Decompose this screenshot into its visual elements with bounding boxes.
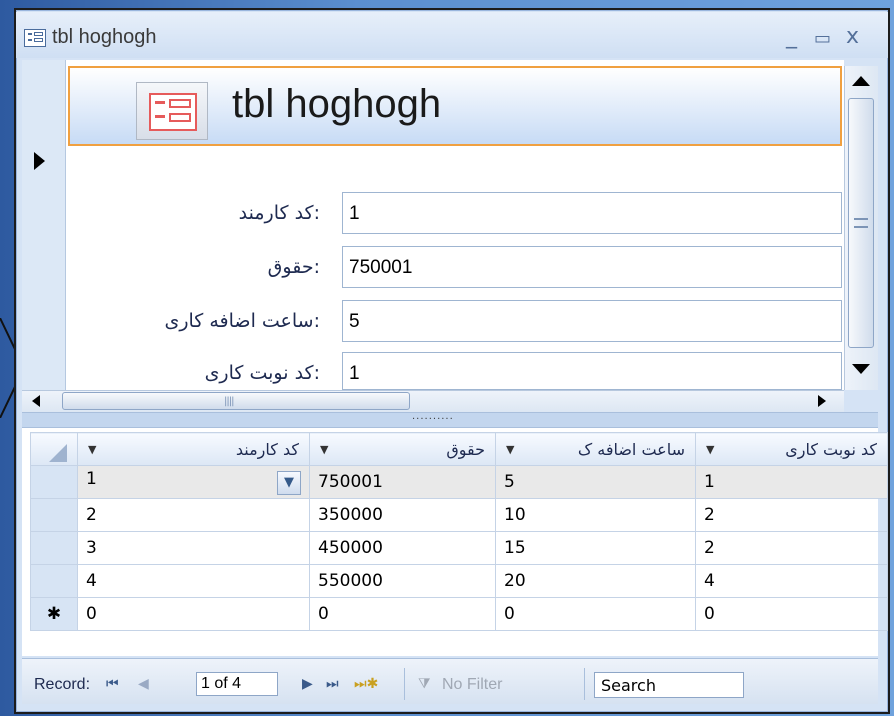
filter-funnel-icon[interactable]: ⧩ bbox=[418, 676, 431, 692]
table-row[interactable]: 3 450000 15 2 bbox=[30, 531, 888, 565]
cell-overtime[interactable]: 20 bbox=[495, 564, 696, 598]
scroll-right-arrow-icon[interactable] bbox=[818, 395, 826, 407]
row-selector[interactable] bbox=[30, 531, 78, 565]
table-row[interactable]: 2 350000 10 2 bbox=[30, 498, 888, 532]
field-label-salary: حقوق: bbox=[267, 256, 320, 278]
cell-employee-code[interactable]: 0 bbox=[77, 597, 310, 631]
splitter-grip-icon: .......... bbox=[412, 411, 454, 422]
cell-salary[interactable]: 450000 bbox=[309, 531, 496, 565]
new-record-icon[interactable]: ✱ bbox=[30, 597, 78, 631]
dropdown-arrow-icon[interactable]: ▼ bbox=[506, 443, 514, 456]
form-title: tbl hoghogh bbox=[232, 82, 442, 126]
record-selector[interactable] bbox=[22, 60, 66, 390]
new-record-nav-icon[interactable]: ⏭✱ bbox=[354, 676, 378, 692]
current-record-box[interactable]: 1 of 4 bbox=[196, 672, 278, 696]
cell-salary[interactable]: 750001 bbox=[309, 465, 496, 499]
last-record-icon[interactable]: ⏭ bbox=[326, 676, 339, 692]
shift-code-input[interactable]: 1 bbox=[342, 352, 842, 390]
cell-employee-code[interactable]: 3 bbox=[77, 531, 310, 565]
cell-shift-code[interactable]: 2 bbox=[695, 498, 888, 532]
cell-salary[interactable]: 550000 bbox=[309, 564, 496, 598]
combo-dropdown-icon[interactable]: ▼ bbox=[277, 471, 301, 495]
close-button[interactable]: x bbox=[846, 24, 859, 49]
nav-divider bbox=[404, 668, 405, 700]
scroll-up-arrow-icon[interactable] bbox=[852, 76, 870, 86]
next-record-icon[interactable]: ▶ bbox=[302, 676, 313, 692]
scroll-grip-icon bbox=[854, 218, 868, 228]
dropdown-arrow-icon[interactable]: ▼ bbox=[320, 443, 328, 456]
dropdown-arrow-icon[interactable]: ▼ bbox=[88, 443, 96, 456]
overtime-hours-input[interactable]: 5 bbox=[342, 300, 842, 342]
horizontal-scroll-thumb[interactable] bbox=[62, 392, 410, 410]
table-row[interactable]: ▼ 1 750001 5 1 bbox=[30, 465, 888, 499]
cell-overtime[interactable]: 0 bbox=[495, 597, 696, 631]
cell-shift-code[interactable]: 2 bbox=[695, 531, 888, 565]
datasheet-table: ▼ کد کارمند ▼ حقوق ▼ ساعت اضافه ک ▼ کد نوبت … bbox=[30, 432, 888, 631]
select-all-corner[interactable] bbox=[30, 432, 78, 466]
new-record-row[interactable]: ✱ 0 0 0 0 bbox=[30, 597, 888, 631]
row-selector[interactable] bbox=[30, 564, 78, 598]
form-icon bbox=[24, 29, 46, 47]
scroll-down-arrow-icon[interactable] bbox=[852, 364, 870, 374]
cell-overtime[interactable]: 15 bbox=[495, 531, 696, 565]
cell-employee-code[interactable]: ▼ 1 bbox=[77, 465, 310, 499]
previous-record-icon[interactable]: ◀ bbox=[138, 676, 149, 692]
nav-divider bbox=[584, 668, 585, 700]
column-header-employee-code[interactable]: ▼ کد کارمند bbox=[77, 432, 310, 466]
cell-salary[interactable]: 0 bbox=[309, 597, 496, 631]
dropdown-arrow-icon[interactable]: ▼ bbox=[706, 443, 714, 456]
column-header-shift-code[interactable]: ▼ کد نوبت کاری bbox=[695, 432, 888, 466]
cell-shift-code[interactable]: 4 bbox=[695, 564, 888, 598]
header-row: ▼ کد کارمند ▼ حقوق ▼ ساعت اضافه ک ▼ کد نوبت … bbox=[30, 432, 888, 466]
minimize-button[interactable]: _ bbox=[786, 24, 797, 49]
field-label-shift-code: کد نوبت کاری: bbox=[204, 362, 320, 384]
field-label-overtime-hours: ساعت اضافه کاری: bbox=[164, 310, 320, 332]
field-label-employee-code: کد کارمند: bbox=[238, 202, 320, 224]
row-selector[interactable] bbox=[30, 465, 78, 499]
column-header-salary[interactable]: ▼ حقوق bbox=[309, 432, 496, 466]
employee-code-input[interactable]: 1 bbox=[342, 192, 842, 234]
no-filter-button[interactable]: No Filter bbox=[442, 676, 502, 694]
scroll-left-arrow-icon[interactable] bbox=[32, 395, 40, 407]
cell-overtime[interactable]: 5 bbox=[495, 465, 696, 499]
window-title: tbl hoghogh bbox=[52, 26, 157, 48]
column-header-overtime[interactable]: ▼ ساعت اضافه ک bbox=[495, 432, 696, 466]
cell-shift-code[interactable]: 1 bbox=[695, 465, 888, 499]
record-label: Record: bbox=[34, 676, 91, 693]
search-input[interactable]: Search bbox=[594, 672, 744, 698]
row-selector[interactable] bbox=[30, 498, 78, 532]
cell-employee-code[interactable]: 2 bbox=[77, 498, 310, 532]
cell-overtime[interactable]: 10 bbox=[495, 498, 696, 532]
first-record-icon[interactable]: ⏮ bbox=[106, 676, 119, 692]
form-header-icon bbox=[136, 82, 208, 140]
maximize-button[interactable]: ▭ bbox=[814, 28, 831, 49]
table-row[interactable]: 4 550000 20 4 bbox=[30, 564, 888, 598]
current-record-arrow-icon bbox=[34, 152, 45, 170]
scroll-grip-icon: |||| bbox=[224, 396, 235, 407]
salary-input[interactable]: 750001 bbox=[342, 246, 842, 288]
cell-employee-code[interactable]: 4 bbox=[77, 564, 310, 598]
cell-salary[interactable]: 350000 bbox=[309, 498, 496, 532]
cell-shift-code[interactable]: 0 bbox=[695, 597, 888, 631]
